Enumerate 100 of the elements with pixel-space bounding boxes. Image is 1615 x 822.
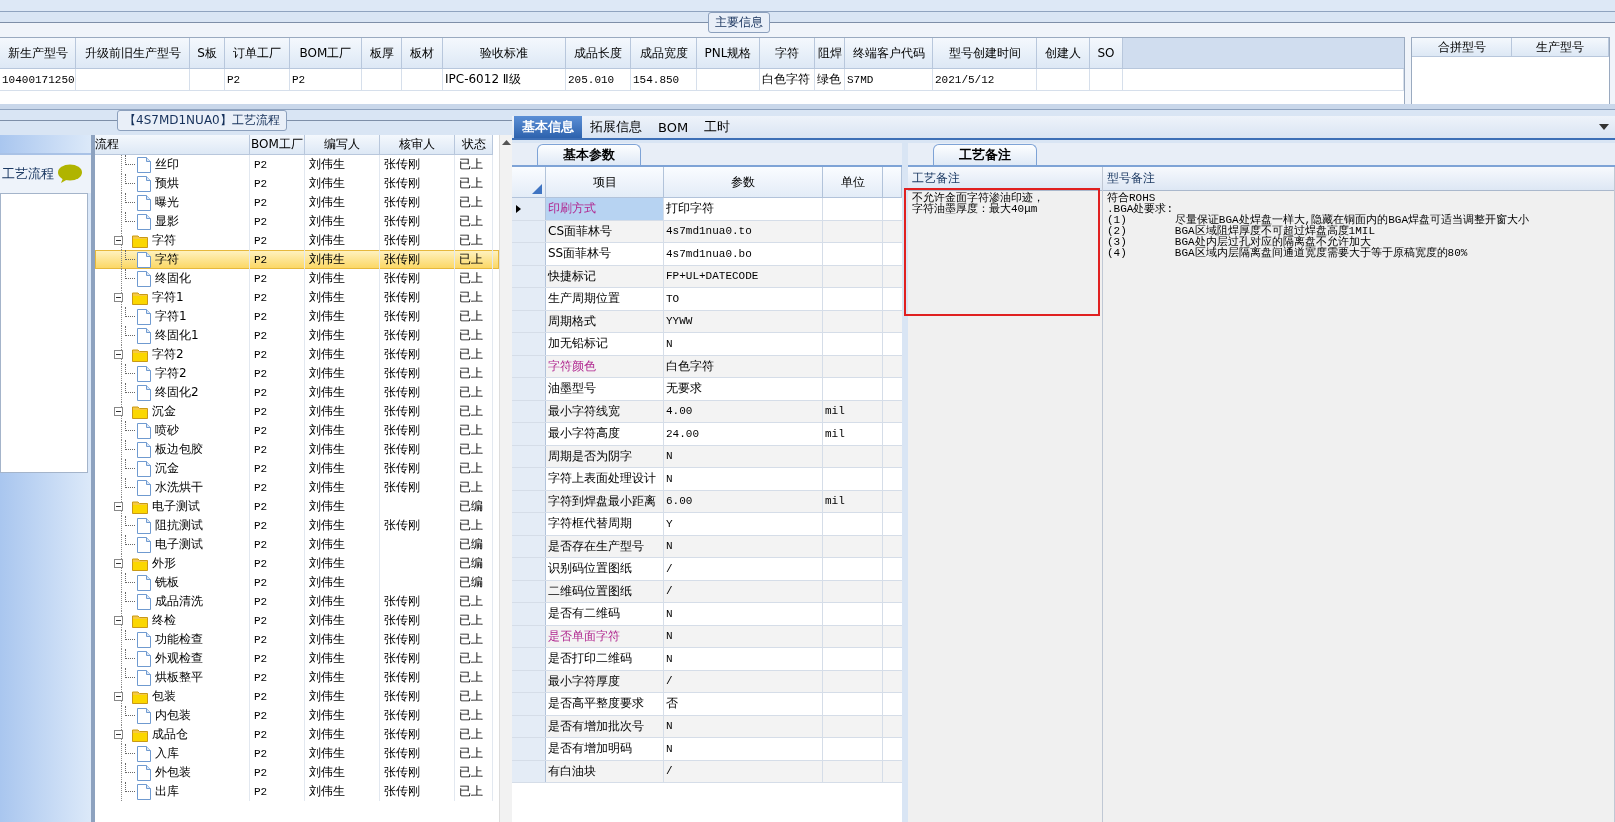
tree-row[interactable]: 入库 P2 刘伟生 张传刚 已上 xyxy=(95,744,499,763)
table-row[interactable]: 是否有增加批次号 N xyxy=(512,715,902,738)
tree-row[interactable]: 字符2 P2 刘伟生 张传刚 已上 xyxy=(95,345,499,364)
table-cell: 张传刚 xyxy=(380,383,455,402)
table-row[interactable]: 油墨型号 无要求 xyxy=(512,378,902,401)
table-cell: 4s7md1nua0.to xyxy=(664,220,823,242)
tree-row[interactable]: 沉金 P2 刘伟生 张传刚 已上 xyxy=(95,459,499,478)
tree-row[interactable]: 显影 P2 刘伟生 张传刚 已上 xyxy=(95,212,499,231)
row-header xyxy=(512,445,546,467)
table-row[interactable]: 最小字符高度 24.00 mil xyxy=(512,423,902,446)
table-row[interactable]: 字符到焊盘最小距离 6.00 mil xyxy=(512,490,902,513)
tab[interactable]: 基本参数 xyxy=(537,144,641,165)
table-row[interactable]: CS面菲林号 4s7md1nua0.to xyxy=(512,220,902,243)
document-icon xyxy=(137,593,151,610)
tree-item-label: 字符1 xyxy=(152,289,184,306)
scroll-up-icon[interactable] xyxy=(502,139,511,145)
tree-row[interactable]: 字符1 P2 刘伟生 张传刚 已上 xyxy=(95,307,499,326)
table-row[interactable]: 是否打印二维码 N xyxy=(512,648,902,671)
tree-row[interactable]: 终固化1 P2 刘伟生 张传刚 已上 xyxy=(95,326,499,345)
table-cell: 张传刚 xyxy=(380,630,455,649)
table-row[interactable]: 最小字符厚度 / xyxy=(512,670,902,693)
tree-row[interactable]: 外观检查 P2 刘伟生 张传刚 已上 xyxy=(95,649,499,668)
tree-row[interactable]: 水洗烘干 P2 刘伟生 张传刚 已上 xyxy=(95,478,499,497)
tree-row[interactable]: 成品清洗 P2 刘伟生 张传刚 已上 xyxy=(95,592,499,611)
tree-row[interactable]: 内包装 P2 刘伟生 张传刚 已上 xyxy=(95,706,499,725)
folder-icon xyxy=(132,689,148,704)
tree-item-label: 成品清洗 xyxy=(155,593,203,610)
column-header: 状态 xyxy=(455,135,493,155)
tree-row[interactable]: 终固化2 P2 刘伟生 张传刚 已上 xyxy=(95,383,499,402)
table-row[interactable]: 印刷方式 打印字符 xyxy=(512,198,902,221)
table-row[interactable]: 有白油块 / xyxy=(512,760,902,783)
tab[interactable]: 工艺备注 xyxy=(933,144,1037,165)
tree-row[interactable]: 烘板整平 P2 刘伟生 张传刚 已上 xyxy=(95,668,499,687)
table-row[interactable]: 最小字符线宽 4.00 mil xyxy=(512,400,902,423)
table-row[interactable]: 是否有增加明码 N xyxy=(512,738,902,761)
tree-row[interactable]: 终固化 P2 刘伟生 张传刚 已上 xyxy=(95,269,499,288)
column-header: 流程 xyxy=(95,135,250,155)
table-row[interactable]: 字符颜色 白色字符 xyxy=(512,355,902,378)
tree-row[interactable]: 外包装 P2 刘伟生 张传刚 已上 xyxy=(95,763,499,782)
collapse-toggle[interactable] xyxy=(114,293,123,302)
table-cell: 刘伟生 xyxy=(305,573,380,592)
tree-row[interactable]: 功能检查 P2 刘伟生 张传刚 已上 xyxy=(95,630,499,649)
tree-row[interactable]: 字符1 P2 刘伟生 张传刚 已上 xyxy=(95,288,499,307)
collapse-toggle[interactable] xyxy=(114,616,123,625)
table-row[interactable]: 生产周期位置 TO xyxy=(512,288,902,311)
table-row[interactable]: 是否存在生产型号 N xyxy=(512,535,902,558)
column-header: 板厚 xyxy=(362,38,402,69)
tree-row[interactable]: 电子测试 P2 刘伟生 已编 xyxy=(95,497,499,516)
tab[interactable]: 工时 xyxy=(696,116,739,138)
tree-row[interactable]: 沉金 P2 刘伟生 张传刚 已上 xyxy=(95,402,499,421)
table-cell: 刘伟生 xyxy=(305,611,380,630)
tree-row[interactable]: 阻抗测试 P2 刘伟生 张传刚 已上 xyxy=(95,516,499,535)
table-cell: 刘伟生 xyxy=(305,364,380,383)
table-cell: N xyxy=(664,445,823,467)
table-cell: P2 xyxy=(250,174,305,193)
table-row[interactable]: 加无铅标记 N xyxy=(512,333,902,356)
table-row[interactable]: 字符上表面处理设计 N xyxy=(512,468,902,491)
tree-row[interactable]: 曝光 P2 刘伟生 张传刚 已上 xyxy=(95,193,499,212)
row-header xyxy=(512,693,546,715)
table-row[interactable]: SS面菲林号 4s7md1nua0.bo xyxy=(512,243,902,266)
tree-row[interactable]: 成品仓 P2 刘伟生 张传刚 已上 xyxy=(95,725,499,744)
tree-row[interactable]: 电子测试 P2 刘伟生 已编 xyxy=(95,535,499,554)
tab[interactable]: 基本信息 xyxy=(514,116,582,138)
dropdown-icon[interactable] xyxy=(1599,124,1609,130)
table-cell: 24.00 xyxy=(664,423,823,445)
table-cell: Y xyxy=(664,513,823,535)
tree-row[interactable]: 外形 P2 刘伟生 已编 xyxy=(95,554,499,573)
tree-row[interactable]: 喷砂 P2 刘伟生 张传刚 已上 xyxy=(95,421,499,440)
table-row[interactable]: 二维码位置图纸 / xyxy=(512,580,902,603)
table-row[interactable]: 字符框代替周期 Y xyxy=(512,513,902,536)
collapse-toggle[interactable] xyxy=(114,502,123,511)
tree-row[interactable]: 包装 P2 刘伟生 张传刚 已上 xyxy=(95,687,499,706)
table-row[interactable]: 周期格式 YYWW xyxy=(512,310,902,333)
tree-row[interactable]: 字符2 P2 刘伟生 张传刚 已上 xyxy=(95,364,499,383)
tree-row[interactable]: 铣板 P2 刘伟生 已编 xyxy=(95,573,499,592)
collapse-toggle[interactable] xyxy=(114,692,123,701)
table-cell: 二维码位置图纸 xyxy=(546,580,664,602)
table-cell: 字符到焊盘最小距离 xyxy=(546,490,664,512)
table-row[interactable]: 是否单面字符 N xyxy=(512,625,902,648)
collapse-toggle[interactable] xyxy=(114,236,123,245)
table-row[interactable]: 周期是否为阴字 N xyxy=(512,445,902,468)
tree-row[interactable]: 字符 P2 刘伟生 张传刚 已上 xyxy=(95,250,499,269)
table-row[interactable]: 快捷标记 FP+UL+DATECODE xyxy=(512,265,902,288)
table-row[interactable]: 是否有二维码 N xyxy=(512,603,902,626)
collapse-toggle[interactable] xyxy=(114,730,123,739)
tree-row[interactable]: 终检 P2 刘伟生 张传刚 已上 xyxy=(95,611,499,630)
tab[interactable]: BOM xyxy=(650,116,697,138)
collapse-toggle[interactable] xyxy=(114,350,123,359)
scrollbar[interactable] xyxy=(499,135,512,822)
tree-row[interactable]: 板边包胶 P2 刘伟生 张传刚 已上 xyxy=(95,440,499,459)
tree-row[interactable]: 丝印 P2 刘伟生 张传刚 已上 xyxy=(95,155,499,174)
collapse-toggle[interactable] xyxy=(114,407,123,416)
table-row[interactable]: 识别码位置图纸 / xyxy=(512,558,902,581)
collapse-toggle[interactable] xyxy=(114,559,123,568)
table-cell: P2 xyxy=(250,383,305,402)
tree-row[interactable]: 预烘 P2 刘伟生 张传刚 已上 xyxy=(95,174,499,193)
tree-row[interactable]: 出库 P2 刘伟生 张传刚 已上 xyxy=(95,782,499,801)
tree-item-label: 沉金 xyxy=(155,460,179,477)
tab[interactable]: 拓展信息 xyxy=(582,116,650,138)
table-row[interactable]: 是否高平整度要求 否 xyxy=(512,693,902,716)
